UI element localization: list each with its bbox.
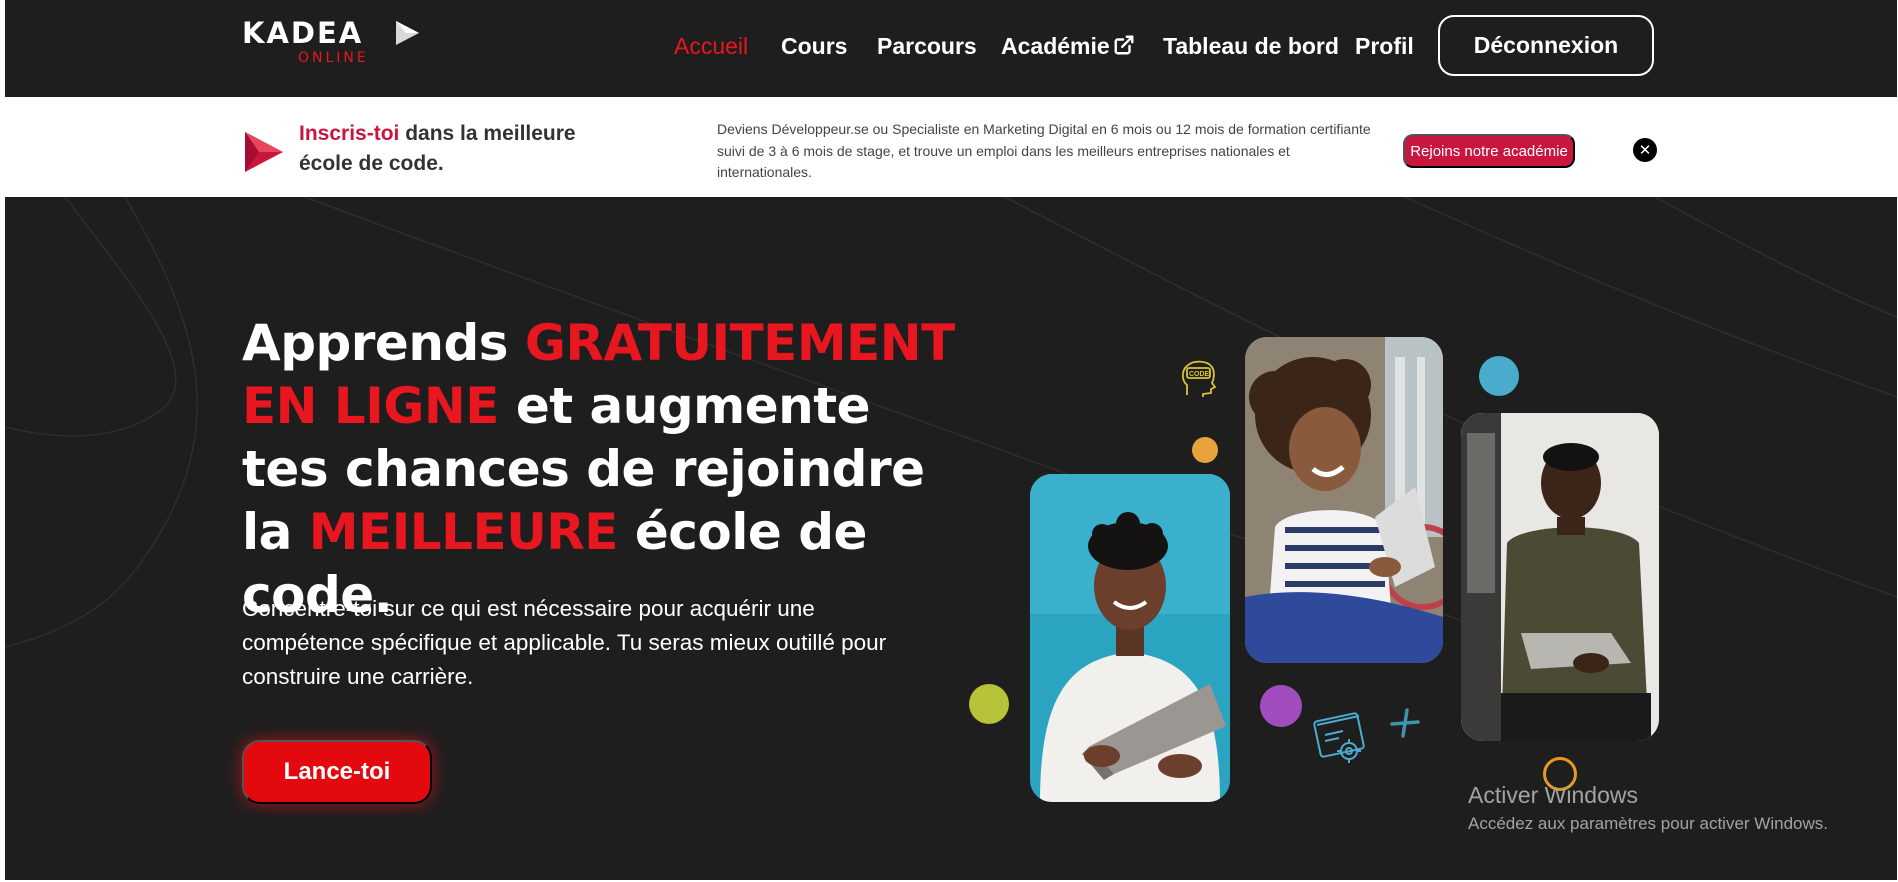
student-illustration-3 bbox=[1461, 413, 1659, 741]
banner-play-icon bbox=[245, 132, 283, 172]
logo-subtitle: ONLINE bbox=[298, 50, 369, 66]
decor-dot-yellow bbox=[1192, 437, 1218, 463]
student-illustration-2 bbox=[1245, 337, 1443, 663]
banner-title: Inscris-toi dans la meilleure école de c… bbox=[299, 119, 599, 179]
page-frame: KADEA ONLINE Accueil Cours Parcours Acad… bbox=[5, 0, 1897, 880]
nav-academie-label: Académie bbox=[1001, 33, 1110, 59]
promo-banner: Inscris-toi dans la meilleure école de c… bbox=[5, 97, 1897, 197]
student-illustration-1 bbox=[1030, 474, 1230, 802]
banner-title-highlight[interactable]: Inscris-toi bbox=[299, 122, 399, 145]
kadea-logo[interactable]: KADEA ONLINE bbox=[242, 18, 422, 70]
decor-dot-purple bbox=[1260, 685, 1302, 727]
decor-dot-blue bbox=[1479, 356, 1519, 396]
decor-dot-green bbox=[969, 684, 1009, 724]
nav-cours[interactable]: Cours bbox=[781, 31, 847, 61]
hero-title-part-1: Apprends bbox=[242, 314, 525, 372]
student-photo-3 bbox=[1461, 413, 1659, 741]
hero-section: Apprends GRATUITEMENT EN LIGNE et augmen… bbox=[5, 197, 1897, 880]
code-badge-text: CODE bbox=[1189, 371, 1210, 378]
plus-icon bbox=[1390, 708, 1420, 738]
nav-academie[interactable]: Académie bbox=[1001, 31, 1135, 61]
nav-parcours[interactable]: Parcours bbox=[877, 31, 977, 61]
web-settings-icon bbox=[1313, 712, 1365, 763]
student-photo-1 bbox=[1030, 474, 1230, 802]
windows-activation-subtitle: Accédez aux paramètres pour activer Wind… bbox=[1468, 814, 1828, 833]
lance-toi-button[interactable]: Lance-toi bbox=[242, 740, 432, 804]
nav-tableau-de-bord[interactable]: Tableau de bord bbox=[1163, 31, 1339, 61]
close-icon[interactable]: ✕ bbox=[1633, 138, 1657, 162]
logout-button[interactable]: Déconnexion bbox=[1438, 15, 1654, 76]
external-link-icon bbox=[1114, 35, 1134, 55]
top-navbar: KADEA ONLINE Accueil Cours Parcours Acad… bbox=[5, 0, 1897, 97]
nav-profil[interactable]: Profil bbox=[1355, 31, 1414, 61]
join-academy-button[interactable]: Rejoins notre académie bbox=[1403, 134, 1575, 168]
student-photo-2 bbox=[1245, 337, 1443, 663]
logo-play-icon bbox=[396, 21, 419, 45]
hero-title: Apprends GRATUITEMENT EN LIGNE et augmen… bbox=[242, 312, 962, 627]
hero-description: Concentre-toi sur ce qui est nécessaire … bbox=[242, 596, 887, 689]
code-head-icon: CODE bbox=[1181, 360, 1217, 397]
banner-description: Deviens Développeur.se ou Specialiste en… bbox=[717, 121, 1371, 180]
logo-wordmark: KADEA bbox=[242, 16, 364, 50]
hero-title-highlight-2: MEILLEURE bbox=[308, 503, 619, 561]
windows-activation-title: Activer Windows bbox=[1468, 782, 1638, 808]
nav-accueil[interactable]: Accueil bbox=[674, 31, 748, 61]
